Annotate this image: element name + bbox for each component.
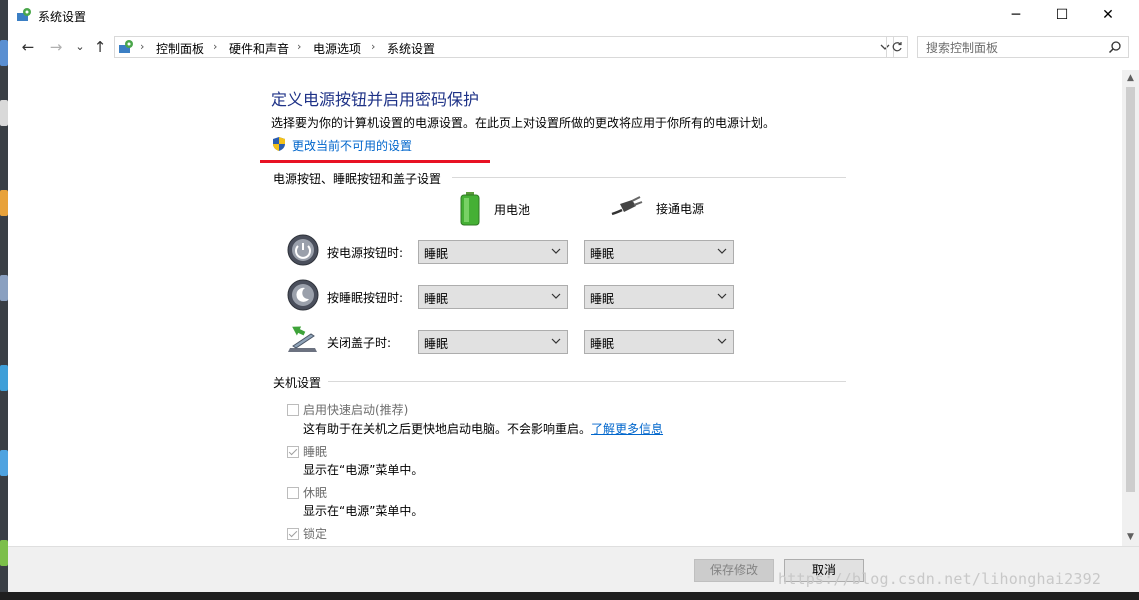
fast-startup-description: 这有助于在关机之后更快地启动电脑。不会影响重启。了解更多信息 [303,422,664,436]
lock-label: 锁定 [303,527,328,541]
scrollbar-thumb[interactable] [1126,87,1135,492]
chevron-down-icon [717,248,727,254]
desktop-icon [0,365,8,391]
close-button[interactable]: ✕ [1085,0,1131,30]
system-settings-window: 系统设置 ─ ☐ ✕ ← → ⌄ ↑ › 控制面板 › 硬件和声音 › 电源选项… [8,0,1139,592]
highlight-underline [260,160,490,163]
page-title: 定义电源按钮并启用密码保护 [271,90,480,109]
breadcrumb-separator[interactable]: › [371,40,375,53]
breadcrumb-hardware-sound[interactable]: 硬件和声音 [229,40,289,57]
power-button-battery-select[interactable]: 睡眠 [418,240,568,264]
chevron-down-icon [551,293,561,299]
desktop-icon [0,100,8,126]
breadcrumb-separator: › [140,40,145,53]
battery-column-label: 用电池 [494,203,531,217]
laptop-lid-icon [288,326,317,352]
learn-more-link[interactable]: 了解更多信息 [591,422,663,436]
change-link-text[interactable]: 更改当前不可用的设置 [292,137,412,154]
chevron-down-icon [717,338,727,344]
breadcrumb-power-options[interactable]: 电源选项 [313,40,361,57]
settings-content: 定义电源按钮并启用密码保护 选择要为你的计算机设置的电源设置。在此页上对设置所做… [8,70,1113,546]
hibernate-checkbox[interactable] [287,487,299,499]
chevron-down-icon [551,248,561,254]
lid-close-label: 关闭盖子时: [327,336,392,350]
address-bar[interactable]: › 控制面板 › 硬件和声音 › 电源选项 › 系统设置 [114,36,894,58]
desktop-icon [0,450,8,476]
desktop-icon [0,540,8,566]
sleep-checkbox[interactable] [287,446,299,458]
breadcrumb-separator[interactable]: › [213,40,217,53]
sleep-button-battery-select[interactable]: 睡眠 [418,285,568,309]
refresh-icon [892,42,902,52]
power-button-label: 按电源按钮时: [327,246,404,260]
scroll-down-arrow[interactable]: ▼ [1122,529,1139,546]
address-row: ← → ⌄ ↑ › 控制面板 › 硬件和声音 › 电源选项 › 系统设置 [8,34,1139,60]
minimize-button[interactable]: ─ [993,0,1039,30]
control-panel-icon [119,40,133,53]
shutdown-group-title: 关机设置 [273,376,322,390]
title-bar[interactable]: 系统设置 ─ ☐ ✕ [8,0,1139,30]
search-input[interactable] [924,39,1098,57]
hibernate-label: 休眠 [303,486,328,500]
forward-button[interactable]: → [46,37,66,57]
uac-shield-icon [273,137,285,151]
plugged-column-header: 接通电源 [610,192,704,226]
breadcrumb-control-panel[interactable]: 控制面板 [156,40,204,57]
fast-startup-checkbox[interactable] [287,404,299,416]
sleep-button-icon [287,279,319,311]
taskbar-edge [0,592,1139,600]
vertical-scrollbar[interactable]: ▲ ▼ [1122,70,1139,546]
up-button[interactable]: ↑ [90,37,110,57]
power-button-icon [287,234,319,266]
lock-checkbox[interactable] [287,528,299,540]
desktop-icon [0,275,8,301]
control-panel-icon [17,8,31,21]
sleep-label: 睡眠 [303,445,328,459]
desktop-icon [0,40,8,66]
window-title: 系统设置 [38,10,87,24]
hibernate-description: 显示在“电源”菜单中。 [303,504,424,518]
group-divider [328,381,846,382]
breadcrumb-system-settings[interactable]: 系统设置 [387,40,435,57]
back-button[interactable]: ← [18,37,38,57]
lid-close-plugged-select[interactable]: 睡眠 [584,330,734,354]
sleep-button-plugged-select[interactable]: 睡眠 [584,285,734,309]
fast-startup-label: 启用快速启动(推荐) [303,403,409,417]
power-buttons-group-title: 电源按钮、睡眠按钮和盖子设置 [273,172,442,186]
power-button-plugged-select[interactable]: 睡眠 [584,240,734,264]
sleep-description: 显示在“电源”菜单中。 [303,463,424,477]
desktop-icon [0,190,8,216]
watermark-text: https://blog.csdn.net/lihonghai2392 [778,570,1102,588]
group-divider [452,177,846,178]
save-changes-button[interactable]: 保存修改 [694,559,774,582]
chevron-down-icon [717,293,727,299]
sleep-button-label: 按睡眠按钮时: [327,291,404,305]
chevron-down-icon [551,338,561,344]
page-description: 选择要为你的计算机设置的电源设置。在此页上对设置所做的更改将应用于你所有的电源计… [271,116,776,130]
search-icon[interactable] [1108,40,1122,54]
breadcrumb-separator[interactable]: › [297,40,301,53]
battery-icon [460,192,480,226]
battery-column-header: 用电池 [458,192,530,226]
recent-locations-button[interactable]: ⌄ [70,37,90,57]
scroll-up-arrow[interactable]: ▲ [1122,70,1139,87]
plugged-column-label: 接通电源 [656,202,705,216]
lid-close-battery-select[interactable]: 睡眠 [418,330,568,354]
desktop-edge [0,0,8,600]
power-plug-icon [611,196,643,216]
refresh-button[interactable] [886,36,908,58]
maximize-button[interactable]: ☐ [1039,0,1085,30]
search-box[interactable] [917,36,1129,58]
